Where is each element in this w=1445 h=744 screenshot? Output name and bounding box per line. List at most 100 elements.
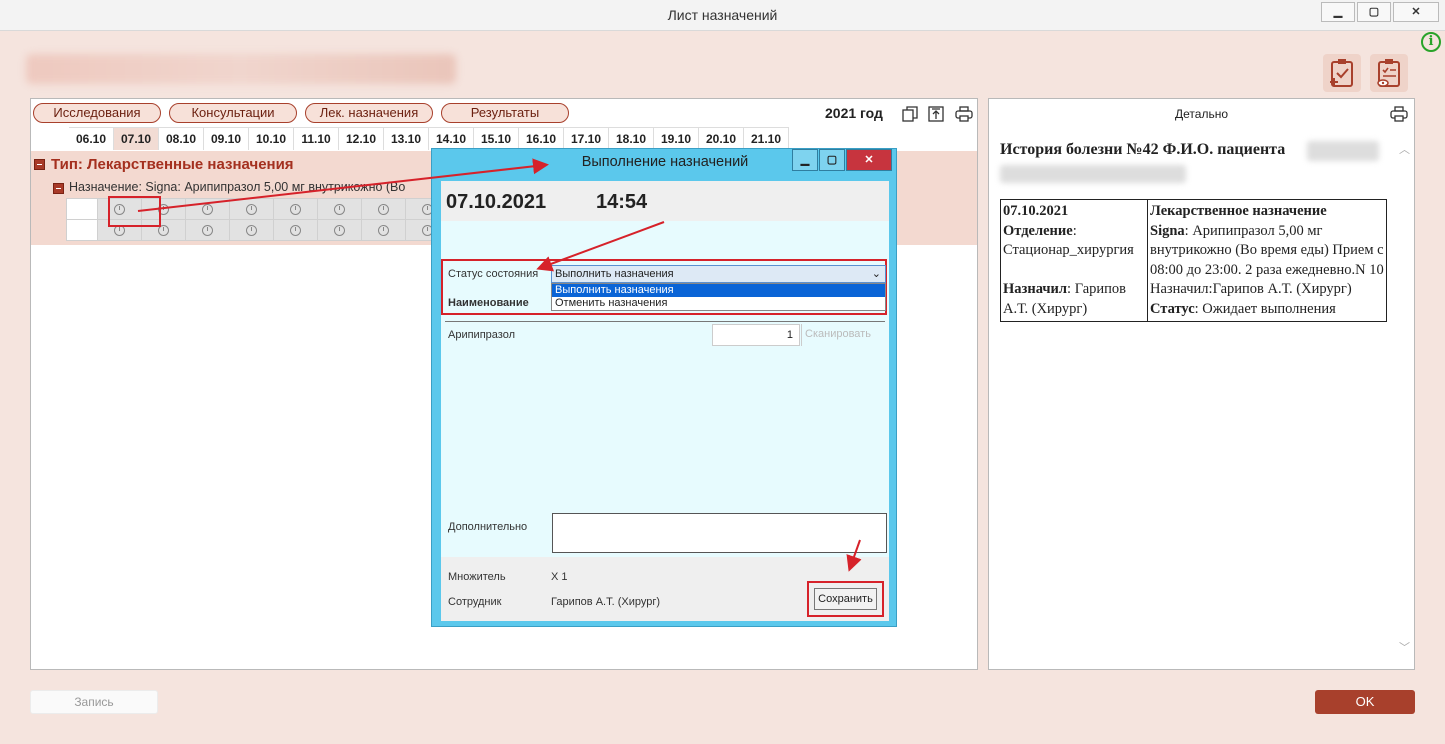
minimize-button[interactable]: ▁ — [1321, 2, 1355, 22]
clock-icon — [334, 224, 345, 236]
dose-slot[interactable] — [229, 198, 274, 220]
tab-research[interactable]: Исследования — [33, 103, 161, 123]
status-label: Статус состояния — [448, 268, 539, 280]
scan-button[interactable]: Сканировать — [801, 324, 883, 346]
status-option[interactable]: Отменить назначения — [552, 297, 885, 310]
patient-name-blurred — [1000, 165, 1186, 183]
dose-slot[interactable] — [141, 219, 186, 241]
status-select-value: Выполнить назначения — [555, 268, 674, 280]
dose-slot[interactable] — [361, 219, 406, 241]
multiplier-label: Множитель — [448, 571, 506, 583]
clock-icon — [158, 224, 169, 236]
status-value: : Ожидает выполнения — [1194, 300, 1336, 317]
date-cell[interactable]: 12.10 — [339, 128, 384, 150]
scroll-up-icon[interactable]: ︿ — [1399, 141, 1411, 157]
dose-slot[interactable] — [229, 219, 274, 241]
date-cell[interactable]: 20.10 — [699, 128, 744, 150]
patient-name-blurred — [26, 54, 456, 84]
name-label: Наименование — [448, 297, 529, 309]
additional-label: Дополнительно — [448, 521, 528, 533]
assigned-by: Назначил:Гарипов А.Т. (Хирург) — [1150, 281, 1352, 297]
quantity-input[interactable]: 1 — [712, 324, 800, 346]
print-icon[interactable] — [1390, 105, 1408, 123]
date-cell[interactable]: 11.10 — [294, 128, 339, 150]
close-button[interactable]: ✕ — [1393, 2, 1439, 22]
date-cell[interactable]: 15.10 — [474, 128, 519, 150]
status-select[interactable]: Выполнить назначения ⌄ — [551, 265, 886, 283]
clock-icon — [202, 224, 213, 236]
signa-label: Signa — [1150, 222, 1185, 239]
dose-slot[interactable] — [185, 219, 230, 241]
copy-icon[interactable] — [901, 105, 919, 123]
tab-consultations[interactable]: Консультации — [169, 103, 297, 123]
divider — [445, 321, 885, 322]
execution-dialog: Выполнение назначений ▁ ▢ ✕ 07.10.2021 1… — [431, 148, 897, 627]
date-header: 06.10 07.10 08.10 09.10 10.10 11.10 12.1… — [69, 127, 789, 150]
detail-table: 07.10.2021 Отделение: Стационар_хирургия… — [1000, 199, 1387, 322]
dialog-time: 14:54 — [596, 191, 648, 213]
dialog-close-button[interactable]: ✕ — [846, 149, 892, 171]
dose-slot[interactable] — [273, 198, 318, 220]
date-cell[interactable]: 13.10 — [384, 128, 429, 150]
tab-results[interactable]: Результаты — [441, 103, 569, 123]
export-icon[interactable] — [927, 105, 945, 123]
signa-value: : Арипипразол 5,00 мг внутрикожно (Во вр… — [1150, 222, 1384, 278]
prescription-label: Назначение: Signa: Арипипразол 5,00 мг в… — [69, 180, 406, 194]
status-option[interactable]: Выполнить назначения — [552, 284, 885, 297]
date-cell[interactable]: 17.10 — [564, 128, 609, 150]
dose-slot[interactable] — [185, 198, 230, 220]
dose-slot[interactable] — [361, 198, 406, 220]
clock-icon — [290, 203, 301, 215]
collapse-type-icon[interactable] — [34, 159, 45, 170]
patient-name-blurred — [1307, 141, 1379, 161]
record-button[interactable]: Запись — [30, 690, 158, 714]
date-cell[interactable]: 21.10 — [744, 128, 789, 150]
dose-slot[interactable] — [317, 198, 362, 220]
additional-textarea[interactable] — [552, 513, 887, 553]
dialog-maximize-button[interactable]: ▢ — [819, 149, 845, 171]
dose-slot[interactable] — [317, 219, 362, 241]
collapse-prescription-icon[interactable] — [53, 183, 64, 194]
date-cell[interactable]: 08.10 — [159, 128, 204, 150]
date-cell[interactable]: 14.10 — [429, 128, 474, 150]
clock-icon — [246, 224, 257, 236]
view-clipboard-icon[interactable] — [1370, 54, 1408, 92]
clock-icon — [114, 203, 125, 215]
dose-slot[interactable] — [97, 198, 142, 220]
chevron-down-icon: ⌄ — [871, 268, 881, 280]
dose-slot[interactable] — [273, 219, 318, 241]
clock-icon — [202, 203, 213, 215]
clock-icon — [334, 203, 345, 215]
window-title: Лист назначений — [667, 7, 778, 23]
detail-date: 07.10.2021 — [1003, 203, 1069, 219]
clock-icon — [378, 224, 389, 236]
clock-icon — [246, 203, 257, 215]
dose-slot[interactable] — [97, 219, 142, 241]
date-cell[interactable]: 16.10 — [519, 128, 564, 150]
maximize-button[interactable]: ▢ — [1357, 2, 1391, 22]
date-cell-selected[interactable]: 07.10 — [114, 128, 159, 150]
dose-slot[interactable] — [141, 198, 186, 220]
date-cell[interactable]: 09.10 — [204, 128, 249, 150]
window-titlebar: Лист назначений ▁ ▢ ✕ — [0, 0, 1445, 31]
status-dropdown: Выполнить назначения Отменить назначения — [551, 283, 886, 311]
staff-value: Гарипов А.Т. (Хирург) — [551, 596, 661, 608]
date-cell[interactable]: 06.10 — [69, 128, 114, 150]
dialog-footer: Множитель X 1 Сотрудник Гарипов А.Т. (Хи… — [441, 557, 889, 621]
dialog-header: 07.10.2021 14:54 — [441, 181, 889, 221]
ok-button[interactable]: OK — [1315, 690, 1415, 714]
dialog-date: 07.10.2021 — [446, 191, 547, 213]
info-icon[interactable]: i — [1421, 32, 1441, 52]
dept-value: Стационар_хирургия — [1003, 242, 1134, 258]
tab-medication[interactable]: Лек. назначения — [305, 103, 433, 123]
scroll-down-icon[interactable]: ﹀ — [1399, 639, 1411, 655]
clock-icon — [114, 224, 125, 236]
dialog-minimize-button[interactable]: ▁ — [792, 149, 818, 171]
date-cell[interactable]: 19.10 — [654, 128, 699, 150]
schedule-grid — [66, 198, 450, 241]
save-button[interactable]: Сохранить — [814, 588, 877, 610]
date-cell[interactable]: 10.10 — [249, 128, 294, 150]
add-clipboard-icon[interactable] — [1323, 54, 1361, 92]
print-icon[interactable] — [955, 105, 973, 123]
date-cell[interactable]: 18.10 — [609, 128, 654, 150]
